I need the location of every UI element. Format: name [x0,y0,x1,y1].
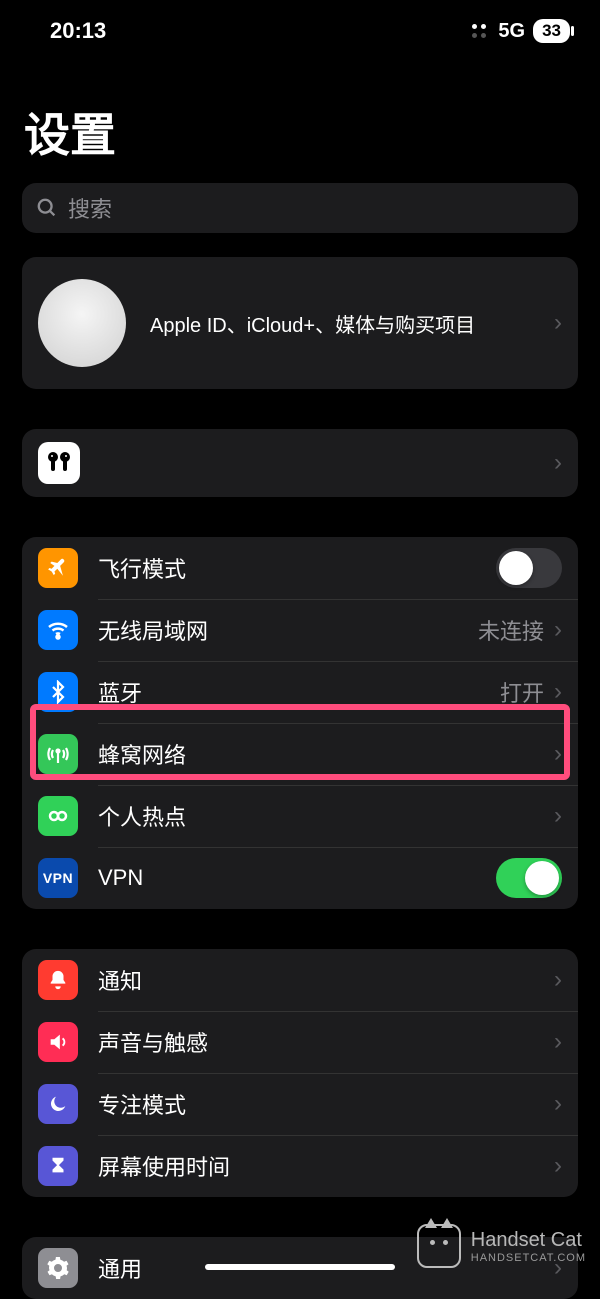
notify-group: 通知 › 声音与触感 › 专注模式 › 屏幕使用时间 › [22,949,578,1197]
cellular-icon [38,734,78,774]
wifi-label: 无线局域网 [98,614,478,646]
sounds-label: 声音与触感 [98,1026,554,1058]
bluetooth-row[interactable]: 蓝牙 打开 › [22,661,578,723]
bluetooth-label: 蓝牙 [98,676,500,708]
chevron-right-icon: › [554,309,562,337]
sounds-row[interactable]: 声音与触感 › [22,1011,578,1073]
avatar [38,279,126,367]
chevron-right-icon: › [554,802,562,830]
chevron-right-icon: › [554,1090,562,1118]
wifi-detail: 未连接 [478,614,544,646]
vpn-toggle[interactable] [496,858,562,898]
watermark-brand: Handset Cat [471,1229,582,1251]
wifi-row[interactable]: 无线局域网 未连接 › [22,599,578,661]
bell-icon [38,960,78,1000]
hotspot-row[interactable]: 个人热点 › [22,785,578,847]
account-group: Apple ID、iCloud+、媒体与购买项目 › [22,257,578,389]
watermark: Handset Cat HANDSETCAT.COM [417,1224,586,1268]
airpods-icon [38,442,80,484]
airpods-row[interactable]: › [22,429,578,497]
chevron-right-icon: › [554,616,562,644]
hotspot-icon [38,796,78,836]
airplane-icon [38,548,78,588]
network-type: 5G [498,20,525,43]
chevron-right-icon: › [554,966,562,994]
chevron-right-icon: › [554,740,562,768]
notifications-label: 通知 [98,964,554,996]
cat-icon [417,1224,461,1268]
signal-icon [472,24,486,38]
apple-id-row[interactable]: Apple ID、iCloud+、媒体与购买项目 › [22,257,578,389]
account-subtitle: Apple ID、iCloud+、媒体与购买项目 [150,309,554,338]
gear-icon [38,1248,78,1288]
chevron-right-icon: › [554,449,562,477]
vpn-label: VPN [98,865,496,891]
status-time: 20:13 [50,18,106,44]
watermark-url: HANDSETCAT.COM [471,1252,586,1264]
status-bar: 20:13 5G 33 [0,0,600,54]
hotspot-label: 个人热点 [98,800,554,832]
hourglass-icon [38,1146,78,1186]
airplane-toggle[interactable] [496,548,562,588]
screentime-label: 屏幕使用时间 [98,1150,554,1182]
focus-label: 专注模式 [98,1088,554,1120]
vpn-icon: VPN [38,858,78,898]
speaker-icon [38,1022,78,1062]
vpn-row[interactable]: VPN VPN [22,847,578,909]
chevron-right-icon: › [554,678,562,706]
search-placeholder: 搜索 [68,192,112,224]
cellular-label: 蜂窝网络 [98,738,554,770]
moon-icon [38,1084,78,1124]
chevron-right-icon: › [554,1152,562,1180]
bluetooth-icon [38,672,78,712]
airplane-mode-row[interactable]: 飞行模式 [22,537,578,599]
focus-row[interactable]: 专注模式 › [22,1073,578,1135]
bluetooth-detail: 打开 [500,676,544,708]
home-indicator [205,1264,395,1270]
battery-icon: 33 [533,19,570,43]
wifi-icon [38,610,78,650]
screentime-row[interactable]: 屏幕使用时间 › [22,1135,578,1197]
network-group: 飞行模式 无线局域网 未连接 › 蓝牙 打开 › 蜂窝网络 › 个人热点 › V… [22,537,578,909]
airpods-group: › [22,429,578,497]
cellular-row[interactable]: 蜂窝网络 › [22,723,578,785]
search-icon [36,197,58,219]
chevron-right-icon: › [554,1028,562,1056]
airplane-label: 飞行模式 [98,552,496,584]
status-right: 5G 33 [472,19,570,43]
search-input[interactable]: 搜索 [22,183,578,233]
page-title: 设置 [0,54,600,183]
notifications-row[interactable]: 通知 › [22,949,578,1011]
